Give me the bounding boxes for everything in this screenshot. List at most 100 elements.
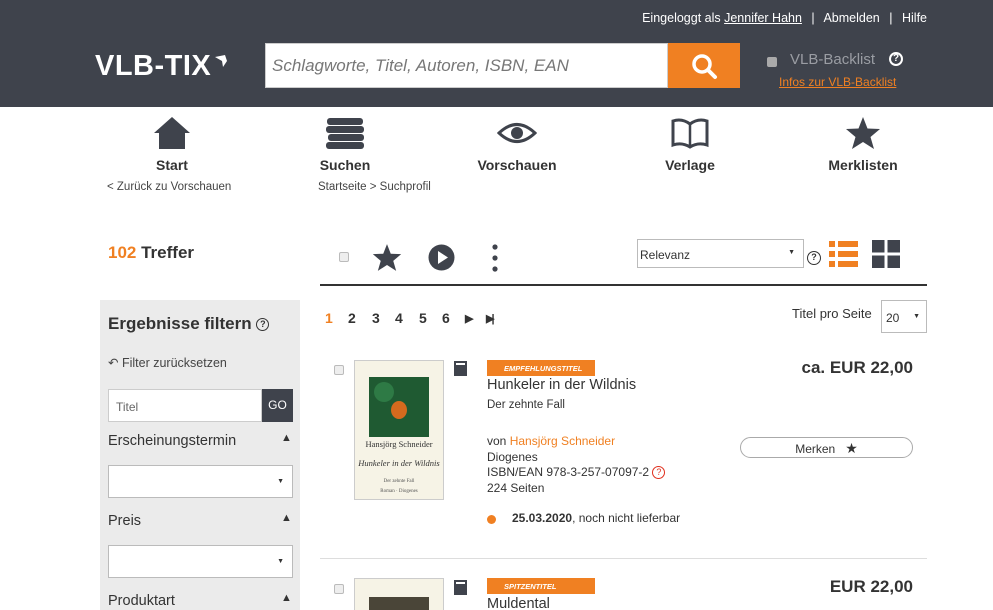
book-cover[interactable] <box>354 578 444 610</box>
back-to-previews-link[interactable]: < Zurück zu Vorschauen <box>107 181 231 193</box>
nav-verlage[interactable]: Verlage <box>630 116 750 173</box>
nav-start[interactable]: Start <box>112 116 232 173</box>
badge-spitzentitel: SPITZENTITEL <box>487 578 595 594</box>
dropdown-arrow-icon: ▼ <box>913 313 920 320</box>
more-vertical-icon[interactable] <box>492 244 498 272</box>
open-book-icon <box>671 118 709 149</box>
nav-suchen[interactable]: Suchen <box>285 116 405 173</box>
hit-number: 102 <box>108 243 137 262</box>
item-title-link[interactable]: Muldental <box>487 596 550 610</box>
cover-subtitle: Der zehnte Fall <box>383 479 415 484</box>
grid-view-icon[interactable] <box>872 240 900 268</box>
sort-select[interactable]: Relevanz ▼ <box>637 239 804 268</box>
breadcrumb[interactable]: Startseite > Suchprofil <box>318 181 431 193</box>
filter-section-erscheinungstermin[interactable]: Erscheinungstermin <box>108 433 236 449</box>
filter-reset-link[interactable]: ↶ Filter zurücksetzen <box>108 355 227 370</box>
chevron-up-icon[interactable]: ▲ <box>281 512 292 524</box>
title-filter-input[interactable]: Titel <box>108 389 262 422</box>
backlist-checkbox[interactable] <box>767 57 777 67</box>
item-publisher: Diogenes <box>487 450 538 464</box>
book-cover[interactable]: Hansjörg Schneider Hunkeler in der Wildn… <box>354 360 444 500</box>
chevron-up-icon[interactable]: ▲ <box>281 432 292 444</box>
isbn-text: ISBN/EAN 978-3-257-07097-2 <box>487 465 650 479</box>
list-view-icon[interactable] <box>829 240 858 268</box>
page-2[interactable]: 2 <box>348 310 356 326</box>
sort-value: Relevanz <box>640 248 691 262</box>
page-4[interactable]: 4 <box>395 310 403 326</box>
search-input[interactable]: Schlagworte, Titel, Autoren, ISBN, EAN <box>265 43 668 88</box>
item-price: EUR 22,00 <box>829 577 913 596</box>
page-3[interactable]: 3 <box>372 310 380 326</box>
eye-icon <box>496 123 538 143</box>
help-question-icon[interactable]: ? <box>652 466 666 480</box>
nav-vorschauen[interactable]: Vorschauen <box>457 116 577 173</box>
erscheinungstermin-select[interactable]: ▼ <box>108 465 293 498</box>
item-title-link[interactable]: Hunkeler in der Wildnis <box>487 377 636 393</box>
bookmark-icon[interactable] <box>454 580 467 595</box>
page-5[interactable]: 5 <box>419 310 427 326</box>
filter-reset-label: Filter zurücksetzen <box>121 356 227 370</box>
bookmark-icon[interactable] <box>454 361 467 376</box>
merken-label: Merken <box>795 442 836 456</box>
logo-arrow-icon <box>215 55 228 67</box>
result-count: 102 Treffer <box>108 243 194 263</box>
availability-status-icon <box>487 515 496 524</box>
filter-title-text: Ergebnisse filtern <box>108 314 252 333</box>
vlb-tix-logo[interactable]: VLB-TIX <box>95 50 229 83</box>
chevron-up-icon[interactable]: ▲ <box>281 592 292 604</box>
merken-button[interactable]: Merken ★ <box>740 437 913 458</box>
user-name-link[interactable]: Jennifer Hahn <box>724 11 802 25</box>
logout-link[interactable]: Abmelden <box>823 11 879 25</box>
backlist-info-link[interactable]: Infos zur VLB-Backlist <box>779 75 896 89</box>
release-date: 25.03.2020 <box>512 511 573 525</box>
item-author-line: von Hansjörg Schneider <box>487 434 615 448</box>
badge-empfehlungstitel: EMPFEHLUNGSTITEL <box>487 360 595 376</box>
filter-section-produktart[interactable]: Produktart <box>108 593 175 609</box>
item-subtitle: Der zehnte Fall <box>487 399 565 411</box>
logged-in-prefix: Eingeloggt als <box>642 11 721 25</box>
dropdown-arrow-icon: ▼ <box>277 558 284 565</box>
page-1[interactable]: 1 <box>325 310 333 326</box>
play-icon[interactable] <box>428 244 455 271</box>
item-checkbox[interactable] <box>334 584 344 594</box>
search-icon <box>692 53 717 79</box>
last-page-icon[interactable]: ▶| <box>486 312 494 325</box>
help-question-icon[interactable]: ? <box>807 251 821 265</box>
per-page-label: Titel pro Seite <box>792 306 872 321</box>
home-icon <box>154 117 190 149</box>
item-checkbox[interactable] <box>334 365 344 375</box>
search-button[interactable] <box>668 43 740 88</box>
filter-title: Ergebnisse filtern ? <box>108 314 270 334</box>
help-link[interactable]: Hilfe <box>902 11 927 25</box>
star-icon[interactable] <box>372 243 402 272</box>
preis-select[interactable]: ▼ <box>108 545 293 578</box>
hit-label: Treffer <box>141 243 195 262</box>
dropdown-arrow-icon: ▼ <box>277 478 284 485</box>
nav-merklisten[interactable]: Merklisten <box>803 116 923 173</box>
help-question-icon[interactable]: ? <box>256 318 270 332</box>
item-isbn: ISBN/EAN 978-3-257-07097-2 ? <box>487 465 666 480</box>
separator: | <box>889 11 893 25</box>
go-button[interactable]: GO <box>262 389 293 422</box>
cover-publisher: Roman · Diogenes <box>380 489 418 494</box>
nav-label: Suchen <box>319 157 371 173</box>
nav-label: Merklisten <box>828 157 898 173</box>
help-question-icon[interactable]: ? <box>889 52 903 66</box>
cover-image <box>369 597 429 610</box>
books-icon <box>326 118 364 149</box>
availability-text: 25.03.2020, noch nicht lieferbar <box>512 511 680 525</box>
page-6[interactable]: 6 <box>442 310 450 326</box>
select-all-checkbox[interactable] <box>339 252 349 262</box>
star-icon <box>846 117 880 149</box>
author-link[interactable]: Hansjörg Schneider <box>510 434 615 448</box>
per-page-select[interactable]: 20 ▼ <box>881 300 927 333</box>
nav-label: Vorschauen <box>477 157 557 173</box>
dropdown-arrow-icon: ▼ <box>788 249 795 256</box>
star-icon: ★ <box>845 440 858 456</box>
item-price: ca. EUR 22,00 <box>801 358 913 377</box>
undo-icon: ↶ <box>108 356 119 370</box>
filter-section-preis[interactable]: Preis <box>108 513 141 529</box>
logo-text: VLB-TIX <box>95 50 212 82</box>
separator: | <box>811 11 815 25</box>
next-page-icon[interactable]: ▶ <box>465 312 473 325</box>
